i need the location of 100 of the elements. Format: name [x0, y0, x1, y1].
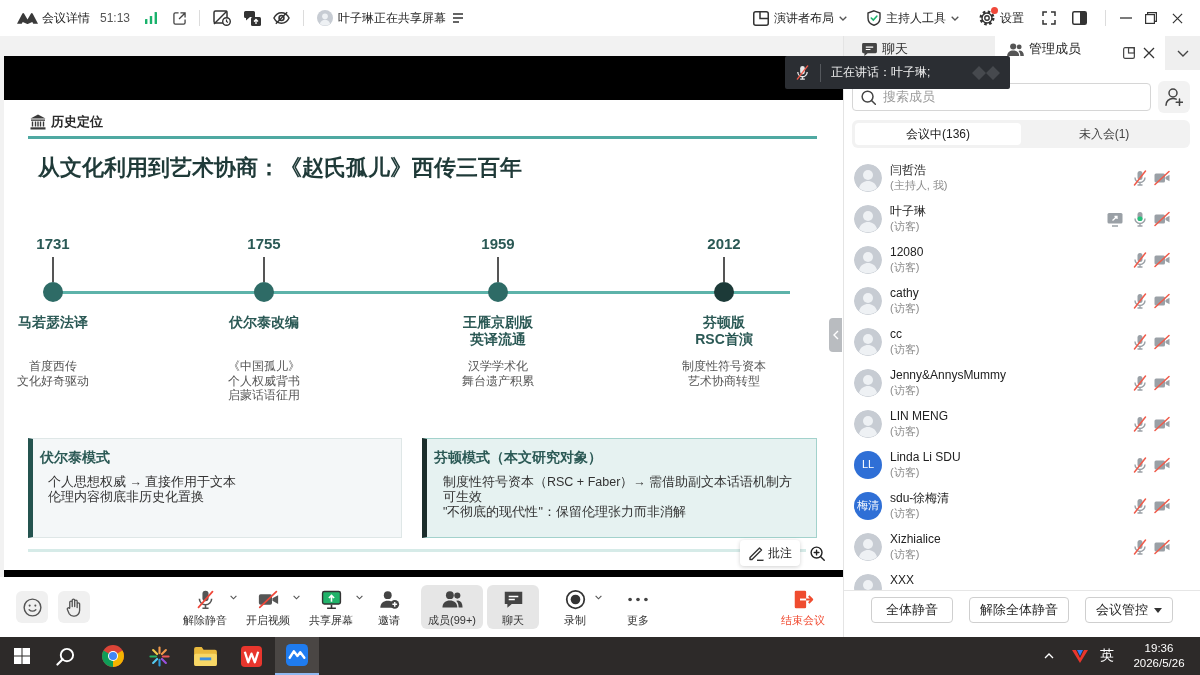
clock-date[interactable]: 2026/5/26 [1133, 656, 1185, 671]
camera-off-icon[interactable] [1154, 497, 1170, 514]
mic-muted-icon[interactable] [1132, 292, 1148, 309]
people-icon [441, 588, 463, 610]
member-name: LIN MENG [890, 409, 948, 424]
meeting-info-link[interactable]: 会议详情 [42, 10, 90, 26]
caret-icon [230, 595, 237, 600]
popout-icon [1122, 47, 1135, 59]
member-role: (访客) [890, 465, 920, 479]
mic-muted-icon[interactable] [1132, 251, 1148, 268]
fullscreen-icon [1042, 11, 1056, 25]
members-button[interactable]: 成员(99+) [421, 585, 483, 629]
collapse-handle[interactable] [829, 318, 842, 352]
host-tools-button[interactable]: 主持人工具 [867, 10, 959, 26]
fullscreen-button[interactable] [1042, 11, 1056, 25]
menu-caret-button[interactable] [595, 595, 602, 600]
layout-button[interactable]: 演讲者布局 [753, 10, 847, 26]
camera-off-icon[interactable] [1154, 169, 1170, 186]
panel-title: 芬顿模式（本文研究对象） [434, 448, 602, 466]
member-name: cathy [890, 286, 919, 301]
input-method-indicator[interactable]: 英 [1100, 647, 1114, 665]
sidebar-toggle-button[interactable] [1072, 11, 1087, 25]
person-add-icon [378, 588, 400, 610]
camera-off-icon[interactable] [1154, 374, 1170, 391]
settings-button[interactable]: 设置 [979, 10, 1024, 26]
caret-icon [356, 595, 363, 600]
chevron-left-icon [832, 330, 839, 340]
close-icon [1143, 47, 1155, 59]
avatar-silhouette-icon [854, 409, 882, 438]
mic-muted-icon[interactable] [1132, 456, 1148, 473]
annotate-button[interactable]: 批注 [740, 540, 800, 566]
mic-muted-icon[interactable] [1132, 169, 1148, 186]
exit-door-icon [792, 588, 814, 610]
list-button[interactable] [453, 13, 464, 23]
avatar-silhouette-icon [854, 368, 882, 397]
caret-icon [595, 595, 602, 600]
member-role: (访客) [890, 424, 920, 438]
mic-muted-icon[interactable] [1132, 333, 1148, 350]
chevron-down-icon [1176, 49, 1189, 57]
camera-off-icon[interactable] [1154, 415, 1170, 432]
mic-muted-icon[interactable] [1132, 538, 1148, 555]
mic-icon[interactable] [1132, 210, 1148, 227]
more-button[interactable]: 更多 [616, 585, 660, 629]
record-button[interactable]: 录制 [553, 585, 597, 629]
caret-icon [293, 595, 300, 600]
unmute-button[interactable]: 解除静音 [178, 585, 232, 629]
external-link-icon [173, 11, 187, 25]
segment-tab[interactable]: 会议中(136) [855, 123, 1021, 145]
panel-action-button[interactable]: 全体静音 [871, 597, 953, 623]
record-icon [564, 588, 586, 610]
clock-time[interactable]: 19:36 [1144, 641, 1174, 656]
panel-action-button[interactable]: 会议管控 [1085, 597, 1173, 623]
camera-off-icon[interactable] [1154, 333, 1170, 350]
segment-tab[interactable]: 未入会(1) [1021, 123, 1187, 145]
taskbar-app-button[interactable] [275, 637, 319, 675]
mic-muted-icon[interactable] [1132, 415, 1148, 432]
restore-button[interactable] [1145, 12, 1157, 24]
search-input[interactable]: 搜索成员 [883, 88, 1142, 106]
menu-caret-button[interactable] [356, 595, 363, 600]
camera-off-icon[interactable] [1154, 210, 1170, 227]
popout-button[interactable] [173, 11, 187, 25]
share-notice: 叶子琳正在共享屏幕 [338, 10, 447, 26]
chat-upload-button[interactable] [243, 10, 262, 26]
camera-off-icon[interactable] [1154, 292, 1170, 309]
logo-icon [972, 64, 1002, 81]
tray-app-button[interactable] [1072, 649, 1088, 663]
close-button[interactable] [1172, 12, 1183, 24]
eye-slash-button[interactable] [273, 11, 291, 25]
chat-button[interactable]: 聊天 [487, 585, 539, 629]
camera-off-icon[interactable] [1154, 456, 1170, 473]
smiley-icon [22, 597, 42, 617]
add-member-button[interactable] [1158, 81, 1190, 113]
list-icon [453, 13, 464, 23]
emoji-button[interactable] [16, 591, 48, 623]
invite-button[interactable]: 邀请 [367, 585, 411, 629]
share-screen-button[interactable]: 共享屏幕 [304, 585, 358, 629]
meeting-duration: 51:13 [100, 10, 131, 26]
end-meeting-button[interactable]: 结束会议 [775, 585, 831, 629]
panel-text: 制度性符号资本（RSC + Faber）→ 需借助副文本话语机制方可生效 [443, 475, 794, 505]
member-role: (访客) [890, 219, 920, 233]
member-role: (访客) [890, 342, 920, 356]
raise-hand-button[interactable] [58, 591, 90, 623]
building-icon [30, 114, 46, 130]
more-dots-icon [628, 596, 648, 602]
video-button[interactable]: 开启视频 [241, 585, 295, 629]
camera-off-icon[interactable] [1154, 251, 1170, 268]
member-name: 闫哲浩 [890, 163, 926, 178]
tray-expand-button[interactable] [1044, 653, 1054, 659]
window-slash-clock-button[interactable] [213, 10, 232, 26]
camera-off-icon[interactable] [1154, 538, 1170, 555]
panel-action-button[interactable]: 解除全体静音 [969, 597, 1069, 623]
pen-icon [748, 545, 764, 561]
shield-check-icon [867, 10, 881, 26]
mic-muted-icon[interactable] [1132, 497, 1148, 514]
mic-muted-icon[interactable] [1132, 374, 1148, 391]
browser-icon [101, 644, 125, 668]
member-role: (主持人, 我) [890, 178, 948, 192]
menu-caret-button[interactable] [293, 595, 300, 600]
folder-icon [193, 646, 217, 666]
menu-caret-button[interactable] [230, 595, 237, 600]
